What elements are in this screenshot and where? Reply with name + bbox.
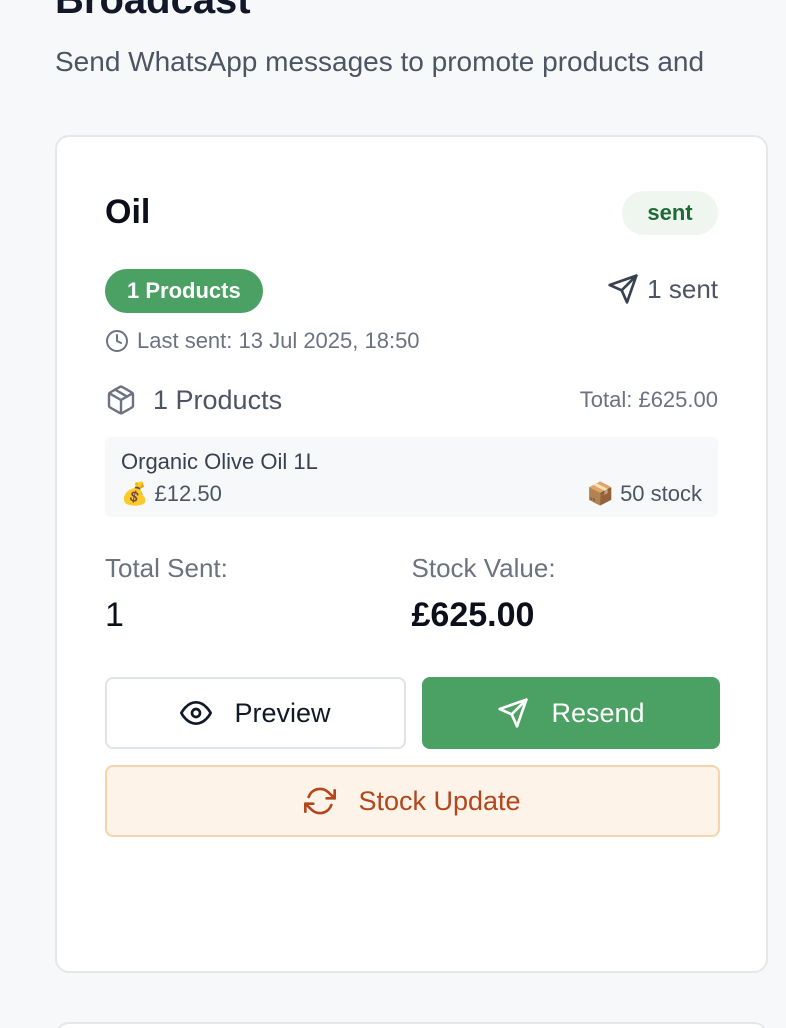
page-subtitle: Send WhatsApp messages to promote produc…: [55, 46, 705, 77]
total-value: Total: £625.00: [579, 387, 718, 412]
next-broadcast-card: [55, 1022, 768, 1028]
send-icon: [607, 273, 639, 305]
eye-icon: [180, 697, 213, 729]
stock-update-button[interactable]: Stock Update: [105, 765, 720, 837]
sent-count-label: 1 sent: [647, 273, 718, 304]
refresh-icon: [304, 785, 337, 817]
package-icon: [105, 384, 137, 416]
box-icon: 📦: [586, 481, 614, 506]
preview-label: Preview: [234, 697, 331, 728]
products-summary: 1 Products Total: £625.00: [105, 384, 718, 416]
last-sent: Last sent: 13 Jul 2025, 18:50: [105, 328, 420, 354]
broadcast-card: Oil sent 1 Products 1 sent Last sent: 13…: [55, 135, 768, 973]
stock-update-label: Stock Update: [358, 785, 521, 816]
stock-value-label: Stock Value:: [411, 553, 556, 583]
status-badge: sent: [622, 191, 718, 235]
page-title: Broadcast: [55, 0, 251, 22]
sent-count: 1 sent: [607, 273, 718, 305]
resend-label: Resend: [551, 697, 645, 728]
product-name: Organic Olive Oil 1L: [121, 449, 318, 474]
total-sent-value: 1: [105, 596, 124, 634]
stock-value-value: £625.00: [411, 596, 535, 634]
product-stock: 📦 50 stock: [586, 481, 702, 506]
send-icon: [497, 697, 529, 729]
preview-button[interactable]: Preview: [105, 677, 406, 749]
money-bag-icon: 💰: [121, 481, 149, 506]
product-price: 💰 £12.50: [121, 481, 222, 506]
products-pill: 1 Products: [105, 269, 263, 313]
stats: Total Sent: 1 Stock Value: £625.00: [105, 553, 718, 635]
broadcast-title: Oil: [105, 193, 151, 231]
clock-icon: [105, 329, 129, 353]
resend-button[interactable]: Resend: [422, 677, 720, 749]
stock-value-stat: Stock Value: £625.00: [412, 553, 719, 635]
product-item: Organic Olive Oil 1L 💰 £12.50 📦 50 stock: [105, 437, 718, 517]
total-sent-label: Total Sent:: [105, 553, 228, 583]
total-sent-stat: Total Sent: 1: [105, 553, 412, 635]
products-count: 1 Products: [153, 384, 283, 415]
last-sent-label: Last sent: 13 Jul 2025, 18:50: [137, 328, 420, 353]
